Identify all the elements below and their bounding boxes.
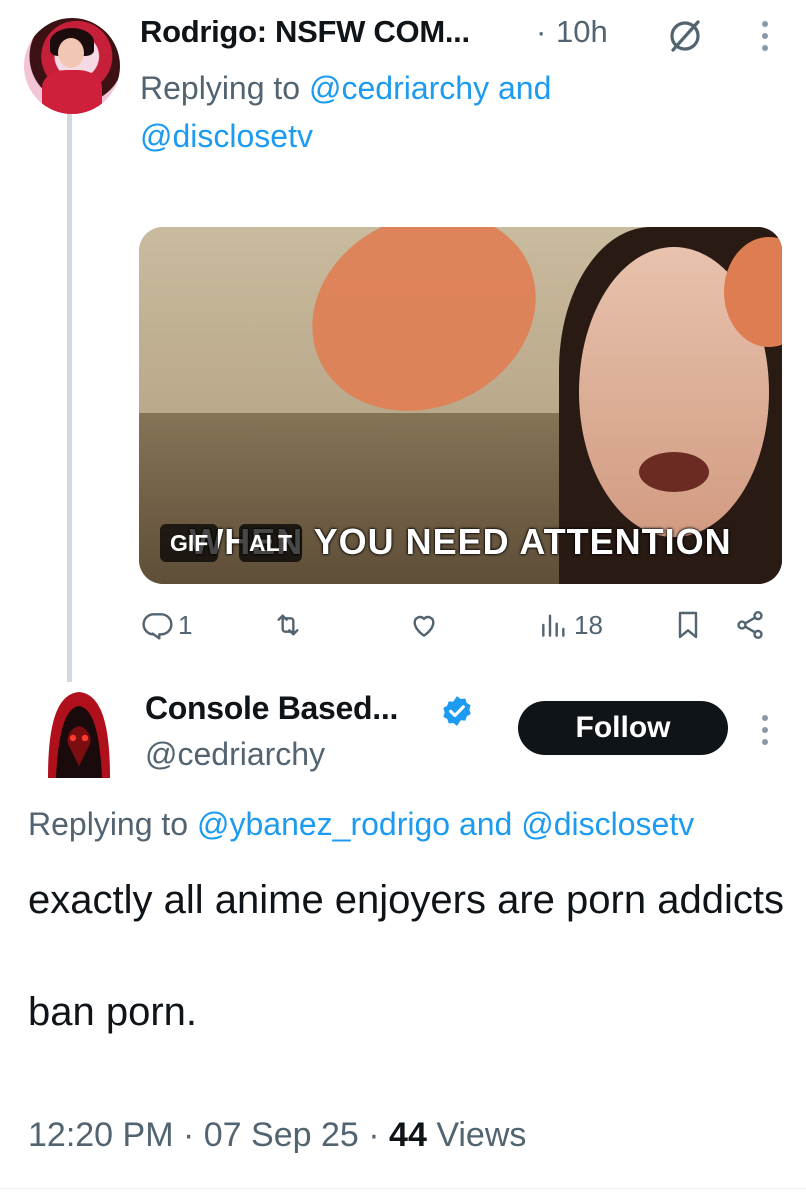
- views-count: 44: [389, 1116, 427, 1154]
- mention-link[interactable]: @cedriarchy: [309, 70, 489, 106]
- mention-link[interactable]: @disclosetv: [140, 118, 313, 154]
- share-button[interactable]: [734, 608, 766, 642]
- post-meta: 12:20 PM · 07 Sep 25 · 44 Views: [28, 1116, 527, 1154]
- bookmark-button[interactable]: [672, 608, 704, 642]
- views-count: 18: [574, 609, 603, 640]
- mention-link[interactable]: @disclosetv: [521, 806, 694, 842]
- action-bar: 1 18: [0, 600, 806, 650]
- gif-media[interactable]: WHEN YOU NEED ATTENTION GIF ALT: [139, 227, 782, 584]
- author-name[interactable]: Console Based...: [145, 690, 398, 727]
- thread-connector-line: [67, 110, 72, 682]
- post-text: exactly all anime enjoyers are porn addi…: [28, 872, 788, 1040]
- alt-badge[interactable]: ALT: [239, 524, 303, 562]
- reply-button[interactable]: 1: [142, 608, 192, 642]
- gif-caption: WHEN YOU NEED ATTENTION: [189, 521, 732, 562]
- like-button[interactable]: [408, 608, 440, 642]
- divider: [0, 1188, 806, 1189]
- views-label: Views: [436, 1116, 527, 1154]
- views-button[interactable]: 18: [538, 608, 603, 642]
- more-icon[interactable]: [752, 14, 778, 58]
- replying-to: Replying to @ybanez_rodrigo and @disclos…: [28, 806, 695, 842]
- avatar[interactable]: [38, 686, 120, 780]
- post-text-line: ban porn.: [28, 990, 198, 1034]
- more-icon[interactable]: [752, 708, 778, 752]
- retweet-icon: [277, 614, 299, 636]
- like-icon: [413, 615, 435, 637]
- post-timestamp[interactable]: 10h: [556, 14, 608, 50]
- author-name[interactable]: Rodrigo: NSFW COM...: [140, 14, 470, 50]
- avatar[interactable]: [24, 18, 120, 114]
- reply-icon: [142, 613, 173, 640]
- retweet-button[interactable]: [272, 608, 304, 642]
- grok-icon[interactable]: [665, 16, 705, 56]
- post-date[interactable]: 07 Sep 25: [204, 1116, 359, 1154]
- share-icon: [737, 611, 763, 639]
- bookmark-icon: [678, 611, 698, 639]
- follow-button[interactable]: Follow: [518, 701, 728, 755]
- views-icon: [542, 614, 565, 637]
- replying-to: Replying to @cedriarchy and @disclosetv: [140, 70, 552, 154]
- post-text-line: exactly all anime enjoyers are porn addi…: [28, 878, 784, 922]
- mention-link[interactable]: @ybanez_rodrigo: [197, 806, 450, 842]
- gif-badge: GIF: [160, 524, 219, 562]
- reply-count: 1: [178, 609, 193, 640]
- post-time[interactable]: 12:20 PM: [28, 1116, 174, 1154]
- author-handle[interactable]: @cedriarchy: [145, 736, 325, 773]
- separator-dot: ·: [536, 14, 547, 49]
- verified-badge-icon: [443, 696, 471, 726]
